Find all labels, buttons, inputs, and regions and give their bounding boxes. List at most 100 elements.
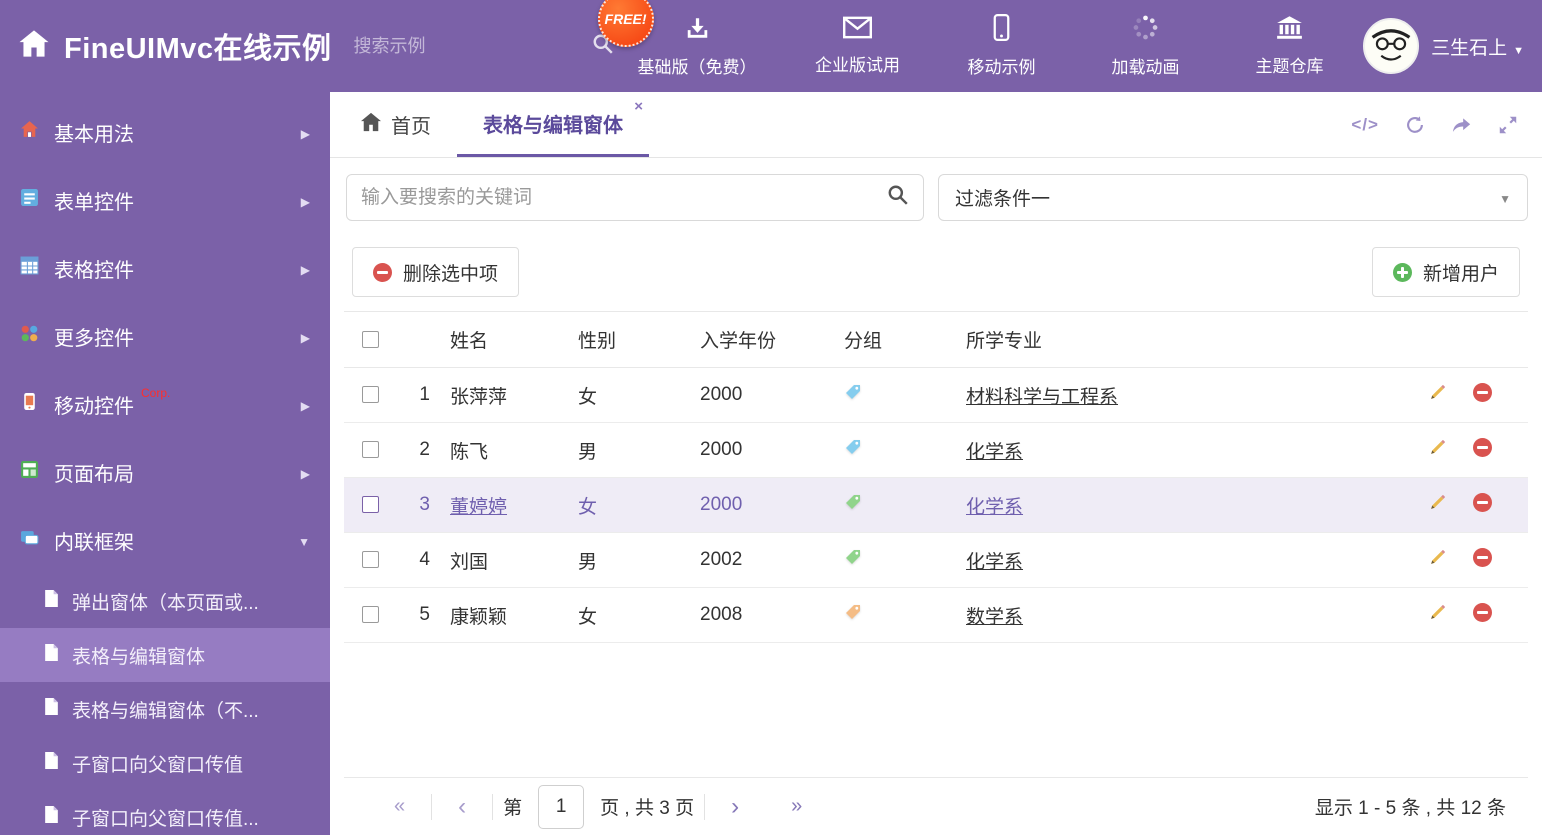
column-header-year: 入学年份 [690, 311, 834, 368]
row-year: 2000 [690, 422, 834, 478]
edit-icon[interactable] [1428, 383, 1447, 402]
sidebar-item-basic-usage[interactable]: 基本用法 [0, 98, 330, 166]
row-name: 陈飞 [450, 441, 489, 463]
basics-icon [20, 120, 39, 144]
brand[interactable]: FineUIMvc在线示例 [18, 25, 332, 67]
nav-label: 移动示例 [967, 58, 1036, 77]
edit-icon[interactable] [1428, 548, 1447, 567]
page-suffix-label: 页 , 共 3 页 [600, 798, 695, 819]
nav-item-theme-repo[interactable]: 主题仓库 [1247, 15, 1333, 77]
major-link[interactable]: 化学系 [966, 442, 1023, 463]
tab-grid-edit-window[interactable]: 表格与编辑窗体 [457, 92, 649, 157]
grid-toolbar: 删除选中项 新增用户 [344, 233, 1528, 311]
row-index: 2 [396, 422, 440, 478]
file-icon [44, 805, 59, 830]
table-row[interactable]: 2 陈飞 男 2000 化学系 [344, 422, 1528, 478]
sidebar-subitem-child-to-parent[interactable]: 子窗口向父窗口传值 [0, 736, 330, 790]
table-header-row: 姓名 性别 入学年份 分组 所学专业 [344, 311, 1528, 368]
view-source-icon[interactable]: </> [1351, 115, 1379, 135]
sidebar-item-label: 表单控件 [54, 191, 134, 214]
layout-icon [20, 460, 39, 485]
column-header-gender: 性别 [568, 311, 690, 368]
row-checkbox[interactable] [362, 551, 379, 569]
plus-circle-icon [1392, 262, 1412, 282]
select-all-checkbox[interactable] [362, 330, 379, 348]
table-row[interactable]: 1 张萍萍 女 2000 材料科学与工程系 [344, 367, 1528, 423]
chevron-right-icon [301, 461, 310, 484]
sidebar-subitem-child-to-parent-alt[interactable]: 子窗口向父窗口传值... [0, 790, 330, 835]
row-checkbox[interactable] [362, 441, 379, 459]
tag-icon [844, 493, 862, 517]
table-row[interactable]: 4 刘国 男 2002 化学系 [344, 532, 1528, 588]
nav-item-basic-free[interactable]: FREE! 基础版（免费） [597, 0, 757, 78]
sidebar-subitem-popup-window[interactable]: 弹出窗体（本页面或... [0, 574, 330, 628]
row-name: 刘国 [450, 551, 489, 573]
major-link[interactable]: 材料科学与工程系 [966, 387, 1118, 408]
nav-item-loading-animation[interactable]: 加载动画 [1103, 14, 1189, 78]
sidebar-item-more-controls[interactable]: 更多控件 [0, 302, 330, 370]
home-icon [18, 29, 50, 63]
file-icon [44, 751, 59, 776]
sidebar-item-form-controls[interactable]: 表单控件 [0, 166, 330, 234]
last-page-button[interactable] [765, 795, 828, 818]
sidebar-subitem-grid-edit-window-alt[interactable]: 表格与编辑窗体（不... [0, 682, 330, 736]
sidebar-subitem-grid-edit-window[interactable]: 表格与编辑窗体 [0, 628, 330, 682]
envelope-icon [843, 16, 873, 44]
nav-item-enterprise-trial[interactable]: 企业版试用 [815, 16, 901, 76]
chevron-right-icon [301, 189, 310, 212]
user-avatar [1363, 18, 1420, 74]
keyword-search-input[interactable] [361, 186, 887, 209]
sidebar-item-grid-controls[interactable]: 表格控件 [0, 234, 330, 302]
sidebar-subitem-label: 弹出窗体（本页面或... [72, 592, 259, 614]
major-link[interactable]: 化学系 [966, 497, 1023, 518]
previous-page-button[interactable] [432, 793, 492, 821]
tab-tools: </> [1351, 92, 1542, 157]
sidebar-item-label: 基本用法 [54, 123, 134, 146]
delete-row-icon[interactable] [1473, 382, 1492, 402]
refresh-icon[interactable] [1405, 115, 1425, 135]
edit-icon[interactable] [1428, 603, 1447, 622]
sidebar-subitem-label: 表格与编辑窗体（不... [72, 700, 259, 722]
delete-selected-button[interactable]: 删除选中项 [352, 247, 520, 297]
row-checkbox[interactable] [362, 606, 379, 624]
row-checkbox[interactable] [362, 496, 379, 514]
filter-dropdown[interactable]: 过滤条件一 [938, 174, 1528, 221]
bank-icon [1276, 15, 1303, 45]
user-menu[interactable]: 三生石上 [1363, 18, 1524, 74]
spinner-icon [1132, 14, 1159, 46]
row-gender: 男 [568, 422, 690, 478]
edit-icon[interactable] [1428, 438, 1447, 457]
current-page-input[interactable] [538, 784, 585, 829]
download-icon [684, 15, 711, 46]
tag-icon [844, 438, 862, 462]
major-link[interactable]: 化学系 [966, 552, 1023, 573]
nav-item-mobile-demo[interactable]: 移动示例 [959, 14, 1045, 78]
sidebar-item-iframe[interactable]: 内联框架 [0, 506, 330, 574]
edit-icon[interactable] [1428, 493, 1447, 512]
delete-row-icon[interactable] [1473, 437, 1492, 457]
delete-row-icon[interactable] [1473, 492, 1492, 512]
table-row[interactable]: 5 康颖颖 女 2008 数学系 [344, 587, 1528, 643]
delete-row-icon[interactable] [1473, 547, 1492, 567]
sidebar-item-page-layout[interactable]: 页面布局 [0, 438, 330, 506]
row-gender: 女 [568, 587, 690, 643]
delete-row-icon[interactable] [1473, 602, 1492, 622]
share-icon[interactable] [1451, 115, 1472, 135]
header-search-input[interactable] [353, 35, 586, 57]
sidebar-item-label: 内联框架 [54, 531, 134, 554]
row-name: 董婷婷 [450, 496, 508, 518]
next-page-button[interactable] [705, 793, 765, 821]
sidebar-item-mobile-controls[interactable]: 移动控件 Corp. [0, 370, 330, 438]
tab-home[interactable]: 首页 [334, 92, 457, 157]
search-icon[interactable] [887, 184, 909, 211]
add-user-button[interactable]: 新增用户 [1371, 247, 1520, 297]
first-page-button[interactable] [368, 795, 431, 818]
minus-circle-icon [373, 262, 392, 282]
tab-close-icon[interactable] [634, 99, 643, 114]
table-row-selected[interactable]: 3 董婷婷 女 2000 化学系 [344, 477, 1528, 533]
row-checkbox[interactable] [362, 386, 379, 404]
expand-icon[interactable] [1498, 115, 1518, 135]
tab-label: 首页 [391, 116, 431, 138]
major-link[interactable]: 数学系 [966, 607, 1023, 628]
users-table: 姓名 性别 入学年份 分组 所学专业 1 张萍萍 女 2000 材料科学与工程系… [344, 311, 1528, 643]
